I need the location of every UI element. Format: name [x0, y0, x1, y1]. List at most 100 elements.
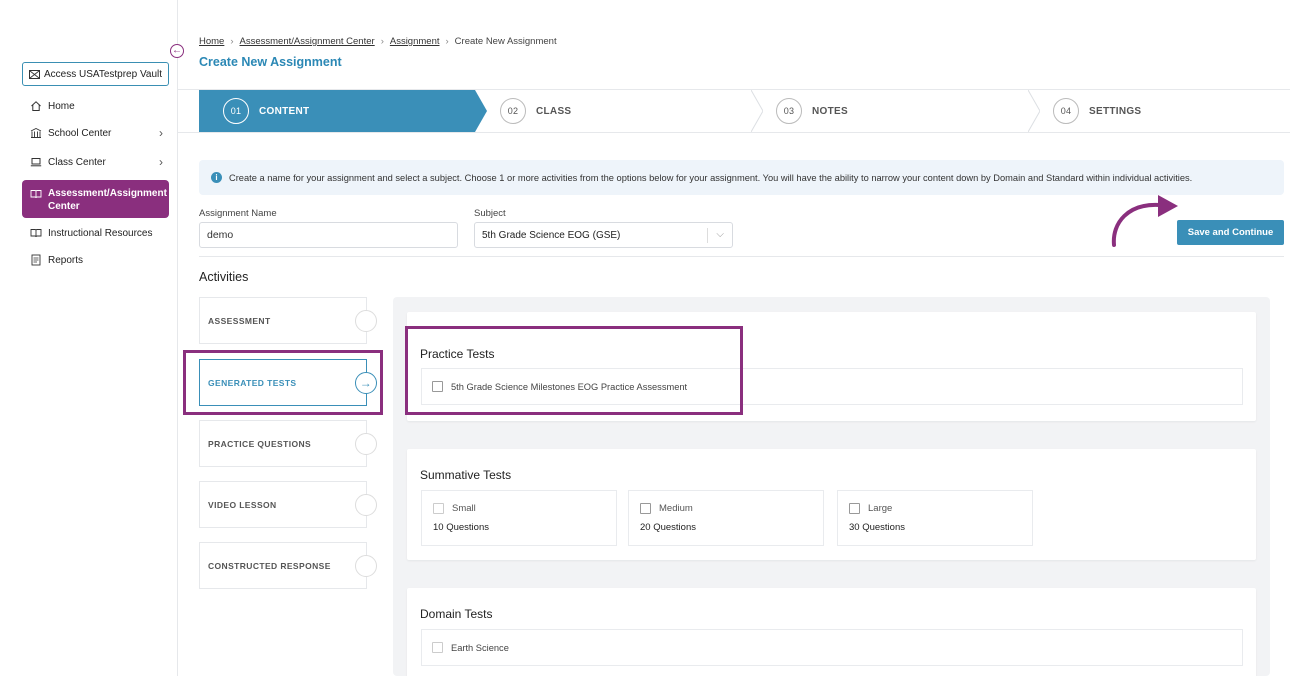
select-divider: [707, 228, 708, 243]
domain-option[interactable]: Earth Science: [421, 629, 1243, 666]
activities-title: Activities: [199, 270, 249, 284]
question-count: 30 Questions: [849, 522, 905, 533]
option-label: Medium: [659, 503, 693, 514]
sidebar-item-reports[interactable]: Reports: [22, 253, 169, 267]
book-open-icon: [30, 190, 42, 199]
collapse-sidebar-icon[interactable]: ←: [170, 44, 184, 58]
sidebar-item-school-center[interactable]: School Center ›: [22, 126, 169, 140]
sidebar-item-label: School Center: [48, 127, 112, 139]
vault-label: Access USATestprep Vault: [44, 68, 163, 80]
breadcrumb-assessment-center[interactable]: Assessment/Assignment Center: [240, 36, 375, 47]
activity-label: GENERATED TESTS: [208, 377, 297, 388]
step-settings[interactable]: 04 SETTINGS: [1053, 90, 1283, 132]
breadcrumb: Home › Assessment/Assignment Center › As…: [199, 36, 557, 47]
sidebar: Access USATestprep Vault Home School Cen…: [0, 0, 178, 676]
activity-label: ASSESSMENT: [208, 315, 271, 326]
annotation-arrow-icon: [1111, 195, 1178, 247]
domain-tests-card: Domain Tests Earth Science: [407, 588, 1256, 676]
report-icon: [31, 254, 41, 266]
step-label: SETTINGS: [1089, 105, 1142, 117]
arrow-right-icon: →: [355, 372, 377, 394]
activity-practice-questions[interactable]: PRACTICE QUESTIONS: [199, 420, 377, 467]
breadcrumb-home[interactable]: Home: [199, 36, 224, 47]
step-content[interactable]: 01 CONTENT: [199, 90, 475, 132]
breadcrumb-current: Create New Assignment: [454, 36, 557, 47]
summative-option-medium[interactable]: Medium 20 Questions: [628, 490, 824, 546]
step-label: NOTES: [812, 105, 848, 117]
sidebar-item-assessment-center[interactable]: Assessment/Assignment Center: [22, 180, 169, 218]
home-icon: [31, 101, 41, 111]
checkbox[interactable]: [432, 642, 443, 653]
assignment-name-label: Assignment Name: [199, 208, 277, 219]
sidebar-item-label: Class Center: [48, 156, 106, 168]
content-panel: Practice Tests 5th Grade Science Milesto…: [393, 297, 1270, 676]
activity-label: VIDEO LESSON: [208, 499, 277, 510]
book-icon: [30, 229, 42, 238]
laptop-icon: [30, 158, 42, 167]
activity-radio-icon: [355, 433, 377, 455]
sidebar-item-instructional-resources[interactable]: Instructional Resources: [22, 226, 169, 240]
sidebar-item-class-center[interactable]: Class Center ›: [22, 155, 169, 169]
practice-tests-card: Practice Tests 5th Grade Science Milesto…: [407, 312, 1256, 421]
chevron-right-icon: ›: [159, 155, 163, 169]
step-notes[interactable]: 03 NOTES: [776, 90, 1026, 132]
activity-radio-icon: [355, 555, 377, 577]
step-number: 03: [776, 98, 802, 124]
step-label: CONTENT: [259, 105, 310, 117]
activity-generated-tests[interactable]: GENERATED TESTS →: [199, 359, 377, 406]
school-icon: [30, 127, 42, 138]
activity-label: PRACTICE QUESTIONS: [208, 438, 312, 449]
summative-tests-title: Summative Tests: [420, 468, 512, 482]
option-label: Large: [868, 503, 893, 514]
activity-video-lesson[interactable]: VIDEO LESSON: [199, 481, 377, 528]
step-arrow-icon: [475, 90, 487, 132]
option-label: Small: [452, 503, 476, 514]
info-text: Create a name for your assignment and se…: [229, 172, 1193, 183]
domain-tests-title: Domain Tests: [420, 607, 493, 621]
checkbox[interactable]: [433, 503, 444, 514]
question-count: 10 Questions: [433, 522, 489, 533]
activity-assessment[interactable]: ASSESSMENT: [199, 297, 377, 344]
page-title: Create New Assignment: [199, 55, 342, 69]
step-label: CLASS: [536, 105, 572, 117]
step-divider-icon: [751, 90, 763, 132]
assignment-name-input[interactable]: [199, 222, 458, 248]
info-banner: i Create a name for your assignment and …: [199, 160, 1284, 195]
sidebar-item-label: Instructional Resources: [48, 227, 153, 239]
step-divider-icon: [1028, 90, 1040, 132]
step-class[interactable]: 02 CLASS: [500, 90, 750, 132]
summative-option-small[interactable]: Small 10 Questions: [421, 490, 617, 546]
activity-label: CONSTRUCTED RESPONSE: [208, 560, 331, 571]
activity-radio-icon: [355, 310, 377, 332]
step-number: 01: [223, 98, 249, 124]
step-number: 04: [1053, 98, 1079, 124]
activity-constructed-response[interactable]: CONSTRUCTED RESPONSE: [199, 542, 377, 589]
subject-value: 5th Grade Science EOG (GSE): [482, 229, 621, 241]
option-label: Earth Science: [451, 642, 509, 653]
divider: [199, 256, 1284, 257]
info-icon: i: [211, 172, 222, 183]
option-label: 5th Grade Science Milestones EOG Practic…: [451, 381, 688, 392]
checkbox[interactable]: [432, 381, 443, 392]
summative-tests-card: Summative Tests Small 10 Questions Mediu…: [407, 449, 1256, 560]
checkbox[interactable]: [640, 503, 651, 514]
breadcrumb-separator-icon: ›: [380, 36, 384, 47]
vault-icon: [29, 69, 40, 79]
save-and-continue-button[interactable]: Save and Continue: [1177, 220, 1284, 245]
subject-label: Subject: [474, 208, 506, 219]
sidebar-item-home[interactable]: Home: [22, 99, 169, 113]
checkbox[interactable]: [849, 503, 860, 514]
question-count: 20 Questions: [640, 522, 696, 533]
step-number: 02: [500, 98, 526, 124]
summative-option-large[interactable]: Large 30 Questions: [837, 490, 1033, 546]
breadcrumb-assignment[interactable]: Assignment: [390, 36, 440, 47]
chevron-right-icon: ›: [159, 126, 163, 140]
sidebar-item-label: Reports: [48, 254, 84, 266]
stepper: 01 CONTENT 02 CLASS 03 NOTES 04 SETTINGS: [178, 89, 1290, 133]
breadcrumb-separator-icon: ›: [230, 36, 234, 47]
subject-select[interactable]: 5th Grade Science EOG (GSE) ⌵: [474, 222, 733, 248]
practice-test-option[interactable]: 5th Grade Science Milestones EOG Practic…: [421, 368, 1243, 405]
chevron-down-icon: ⌵: [716, 229, 724, 240]
vault-button[interactable]: Access USATestprep Vault: [22, 62, 169, 86]
breadcrumb-separator-icon: ›: [445, 36, 449, 47]
